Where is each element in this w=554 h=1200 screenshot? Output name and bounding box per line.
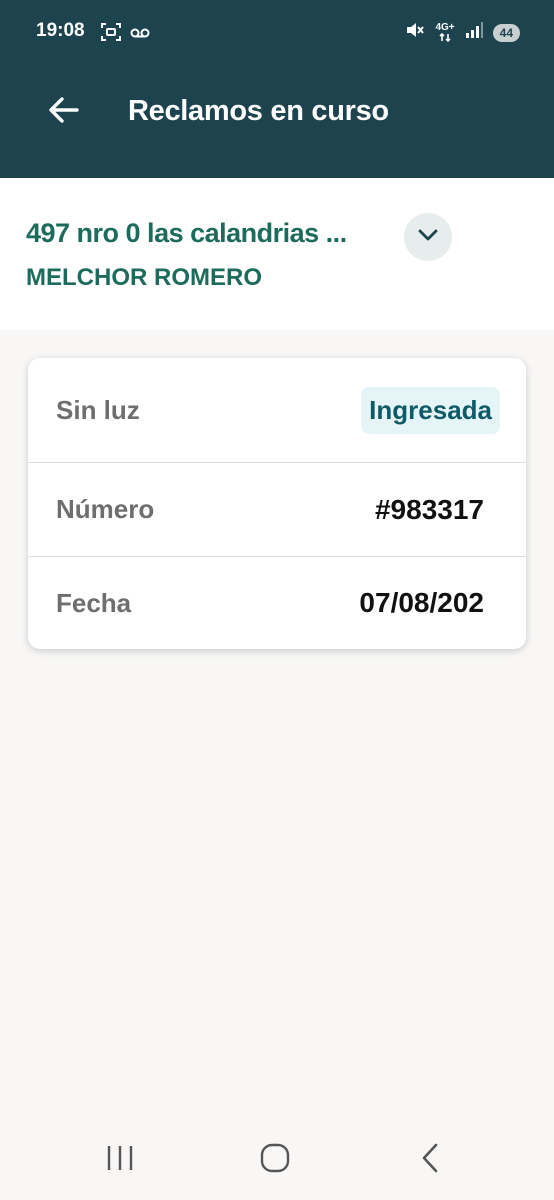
address-selector[interactable]: 497 nro 0 las calandrias ... MELCHOR ROM…	[0, 178, 554, 330]
network-4g-icon: 4G+	[435, 22, 455, 42]
mute-icon	[405, 20, 425, 45]
claim-type: Sin luz	[56, 394, 140, 425]
battery-icon: 44	[492, 23, 520, 42]
system-nav-bar	[0, 1120, 554, 1200]
back-icon	[420, 1142, 440, 1179]
claim-type-row: Sin luz Ingresada	[28, 358, 526, 463]
recents-icon	[105, 1145, 135, 1176]
app-bar: Reclamos en curso	[0, 64, 554, 178]
locality: MELCHOR ROMERO	[26, 264, 262, 291]
arrow-left-icon	[48, 96, 80, 129]
claim-date-label: Fecha	[56, 587, 132, 618]
claim-date-row: Fecha 07/08/202	[28, 557, 526, 649]
claim-card[interactable]: Sin luz Ingresada Número #983317 Fecha 0…	[28, 358, 526, 649]
voicemail-icon	[130, 26, 150, 44]
status-bar: 19:08 4G+ 44	[0, 0, 554, 64]
claim-date-value: 07/08/202	[359, 587, 484, 618]
status-left-icons	[100, 22, 150, 47]
page-title: Reclamos en curso	[128, 95, 389, 127]
expand-address-button[interactable]	[404, 213, 452, 261]
recents-button[interactable]	[90, 1138, 150, 1182]
claim-number-row: Número #983317	[28, 463, 526, 557]
status-badge: Ingresada	[361, 386, 500, 434]
network-label: 4G+	[435, 22, 455, 33]
home-button[interactable]	[245, 1138, 305, 1182]
chevron-down-icon	[417, 228, 439, 247]
claim-number-label: Número	[56, 494, 155, 524]
status-time: 19:08	[36, 20, 85, 41]
status-right-icons: 4G+ 44	[405, 20, 520, 45]
nav-back-button[interactable]	[400, 1138, 460, 1182]
signal-icon	[465, 21, 483, 44]
back-button[interactable]	[36, 90, 92, 134]
claim-number-value: #983317	[374, 493, 484, 525]
address-line: 497 nro 0 las calandrias ...	[26, 218, 347, 248]
screenshot-icon	[100, 22, 122, 47]
home-icon	[260, 1143, 290, 1178]
